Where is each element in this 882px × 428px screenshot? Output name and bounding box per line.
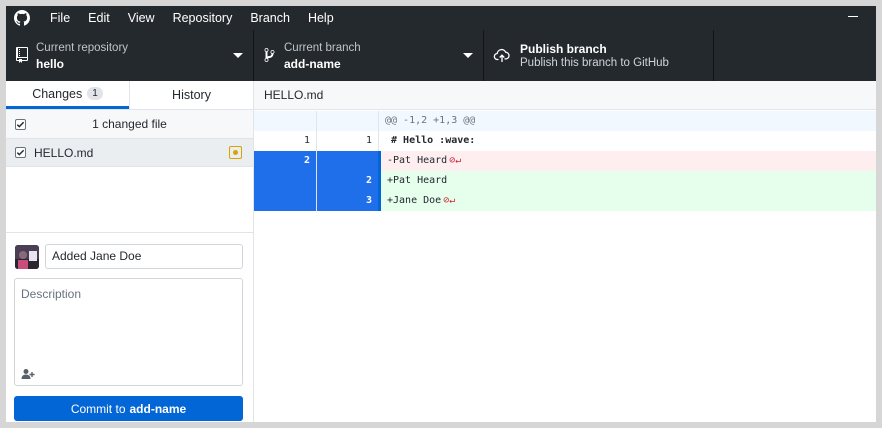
changed-files-header: 1 changed file (6, 110, 253, 139)
check-icon (16, 149, 25, 156)
file-name: HELLO.md (34, 145, 94, 160)
old-line-number[interactable] (254, 191, 316, 211)
file-list-item[interactable]: HELLO.md (6, 139, 253, 167)
new-line-number[interactable]: 3 (316, 191, 378, 211)
file-checkbox[interactable] (15, 147, 26, 158)
diff-file-header: HELLO.md (254, 81, 876, 110)
diff-line-text: +Pat Heard (378, 171, 876, 191)
branch-label: Current branch (284, 42, 361, 54)
new-line-number[interactable]: 2 (316, 171, 378, 191)
menu-help[interactable]: Help (299, 6, 343, 30)
diff-line-content: -Pat Heard ⊘↵ (378, 151, 876, 171)
minimize-button[interactable] (848, 16, 858, 17)
branch-name: add-name (284, 57, 341, 71)
diff-added-row[interactable]: 2 +Pat Heard (254, 171, 876, 191)
file-modified-icon (229, 146, 242, 159)
diff-line-text: @@ -1,2 +1,3 @@ (378, 111, 876, 131)
description-placeholder: Description (21, 287, 82, 301)
repository-name: hello (36, 57, 65, 71)
diff-view: HELLO.md @@ -1,2 +1,3 @@ 1 1 # Hello :wa… (254, 81, 876, 422)
select-all-checkbox[interactable] (15, 118, 26, 130)
new-line-number: 1 (316, 131, 378, 151)
old-line-number (254, 111, 316, 131)
old-line-number[interactable] (254, 171, 316, 191)
diff-line-text: -Pat Heard (387, 155, 448, 166)
app-window: File Edit View Repository Branch Help Cu… (6, 6, 876, 422)
diff-table: @@ -1,2 +1,3 @@ 1 1 # Hello :wave: 2 -Pa… (254, 111, 876, 211)
tab-changes-label: Changes (32, 86, 83, 101)
publish-subtitle: Publish this branch to GitHub (520, 57, 669, 69)
toolbar: Current repository hello Current branch … (6, 30, 876, 81)
commit-button[interactable]: Commit to add-name (14, 396, 243, 421)
add-coauthor-icon[interactable] (21, 368, 35, 380)
changes-count-badge: 1 (87, 87, 103, 100)
tab-history-label: History (172, 88, 211, 102)
diff-line-text: +Jane Doe (387, 195, 442, 206)
current-branch-dropdown[interactable]: Current branch add-name (254, 30, 484, 81)
commit-form: Added Jane Doe Description Commit to add… (6, 232, 253, 422)
publish-branch-button[interactable]: Publish branch Publish this branch to Gi… (484, 30, 714, 81)
commit-summary-input[interactable]: Added Jane Doe (45, 244, 243, 269)
chevron-down-icon (463, 53, 473, 58)
old-line-number: 1 (303, 135, 310, 146)
chevron-down-icon (233, 53, 243, 58)
no-newline-icon: ⊘↵ (449, 155, 462, 166)
branch-icon (264, 47, 275, 62)
menu-branch[interactable]: Branch (241, 6, 299, 30)
tab-history[interactable]: History (129, 81, 253, 109)
check-icon (16, 121, 25, 128)
menu-file[interactable]: File (41, 6, 79, 30)
tab-changes[interactable]: Changes 1 (6, 81, 129, 109)
github-logo-icon (6, 6, 38, 30)
changed-files-count: 1 changed file (92, 117, 167, 131)
publish-title: Publish branch (520, 42, 607, 56)
avatar (15, 245, 39, 269)
no-newline-icon: ⊘↵ (443, 195, 456, 206)
diff-line-text: # Hello :wave: (378, 131, 876, 151)
menu-bar: File Edit View Repository Branch Help (6, 6, 876, 30)
diff-hunk-header-row: @@ -1,2 +1,3 @@ (254, 111, 876, 131)
new-line-number (316, 111, 378, 131)
new-line-number[interactable] (316, 151, 378, 171)
menu-view[interactable]: View (119, 6, 164, 30)
cloud-upload-icon (493, 48, 510, 62)
sidebar-tabs: Changes 1 History (6, 81, 253, 110)
menu-repository[interactable]: Repository (164, 6, 242, 30)
commit-button-branch: add-name (129, 401, 187, 416)
old-line-number[interactable]: 2 (254, 151, 316, 171)
menu-edit[interactable]: Edit (79, 6, 119, 30)
diff-context-row: 1 1 # Hello :wave: (254, 131, 876, 151)
current-repository-dropdown[interactable]: Current repository hello (6, 30, 254, 81)
repo-icon (16, 47, 28, 63)
changes-sidebar: Changes 1 History 1 changed file HELLO.m… (6, 81, 254, 422)
commit-button-prefix: Commit to (70, 401, 126, 416)
diff-line-content: +Jane Doe ⊘↵ (378, 191, 876, 211)
repository-label: Current repository (36, 42, 129, 54)
diff-added-row[interactable]: 3 +Jane Doe ⊘↵ (254, 191, 876, 211)
diff-deleted-row[interactable]: 2 -Pat Heard ⊘↵ (254, 151, 876, 171)
commit-description-input[interactable]: Description (14, 278, 243, 386)
